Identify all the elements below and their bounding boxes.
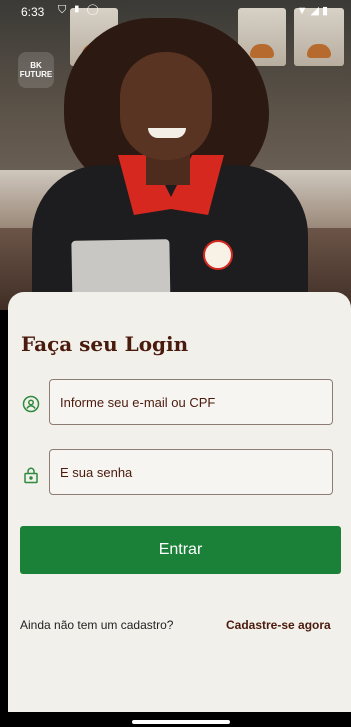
login-screen: BK FUTURE 6:33 ⛉▮◯ ▼◢▮ Faça seu Login In…	[0, 0, 351, 727]
uniform-badge	[203, 240, 233, 270]
password-input[interactable]	[50, 450, 332, 494]
password-field[interactable]	[49, 449, 333, 495]
brand-logo-text: BK FUTURE	[19, 61, 53, 79]
register-link[interactable]: Cadastre-se agora	[226, 618, 331, 632]
employee-face	[120, 52, 212, 160]
register-prompt: Ainda não tem um cadastro?	[20, 618, 174, 632]
brand-logo: BK FUTURE	[18, 52, 54, 88]
shield-icon: ⛉	[58, 4, 73, 16]
lock-icon	[22, 466, 40, 484]
login-button[interactable]: Entrar	[20, 526, 341, 574]
hero-image: BK FUTURE	[0, 0, 351, 310]
battery-icon: ▮	[321, 5, 331, 17]
login-card: Faça seu Login Entrar Ainda não tem um c…	[8, 292, 351, 712]
user-circle-icon	[22, 395, 40, 413]
circle-icon: ◯	[87, 4, 105, 16]
wifi-icon: ▼	[296, 5, 311, 17]
status-icons-right: ▼◢▮	[297, 4, 331, 17]
sim-icon: ▮	[72, 4, 88, 16]
email-field[interactable]	[49, 379, 333, 425]
home-gesture-handle[interactable]	[132, 720, 230, 724]
status-icons-left: ⛉▮◯	[58, 4, 104, 17]
status-time: 6:33	[21, 5, 45, 19]
signal-icon: ◢	[310, 5, 322, 17]
login-title: Faça seu Login	[21, 332, 189, 356]
email-input[interactable]	[50, 380, 332, 424]
employee-smile	[148, 128, 186, 138]
status-bar: 6:33 ⛉▮◯ ▼◢▮	[0, 0, 351, 24]
